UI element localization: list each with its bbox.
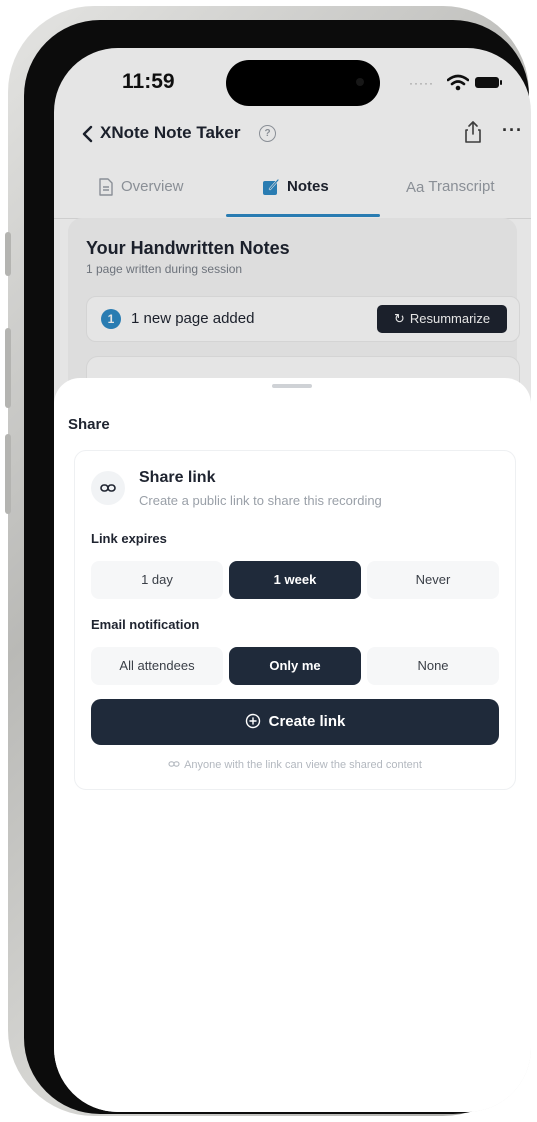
footnote-text: Anyone with the link can view the shared…: [184, 759, 422, 771]
share-link-card: Share link Create a public link to share…: [74, 450, 516, 790]
share-link-title: Share link: [139, 469, 216, 486]
sheet-title: Share: [68, 416, 110, 433]
create-link-button[interactable]: Create link: [91, 699, 499, 745]
expires-option-never[interactable]: Never: [367, 561, 499, 599]
volume-down-button: [5, 434, 11, 514]
phone-frame: 11:59 ····· XNote Note Taker ? ··· Overv…: [5, 6, 531, 1116]
expires-option-1-week[interactable]: 1 week: [229, 561, 361, 599]
link-icon-container: [91, 471, 125, 505]
link-icon: [168, 761, 180, 767]
create-link-label: Create link: [268, 713, 346, 730]
notify-option-none[interactable]: None: [367, 647, 499, 685]
share-sheet: Share Share link Create a public link to…: [54, 378, 531, 1112]
sheet-grabber[interactable]: [272, 384, 312, 388]
action-button: [5, 232, 11, 276]
plus-circle-icon: [245, 713, 260, 728]
screen: 11:59 ····· XNote Note Taker ? ··· Overv…: [54, 48, 531, 1112]
email-notification-label: Email notification: [91, 617, 200, 632]
notify-option-all-attendees[interactable]: All attendees: [91, 647, 223, 685]
link-icon: [100, 484, 116, 492]
volume-up-button: [5, 328, 11, 408]
expires-option-1-day[interactable]: 1 day: [91, 561, 223, 599]
bezel: 11:59 ····· XNote Note Taker ? ··· Overv…: [24, 20, 531, 1114]
link-expires-label: Link expires: [91, 531, 167, 546]
share-footnote: Anyone with the link can view the shared…: [75, 759, 515, 771]
notify-option-only-me[interactable]: Only me: [229, 647, 361, 685]
share-link-description: Create a public link to share this recor…: [139, 493, 382, 508]
